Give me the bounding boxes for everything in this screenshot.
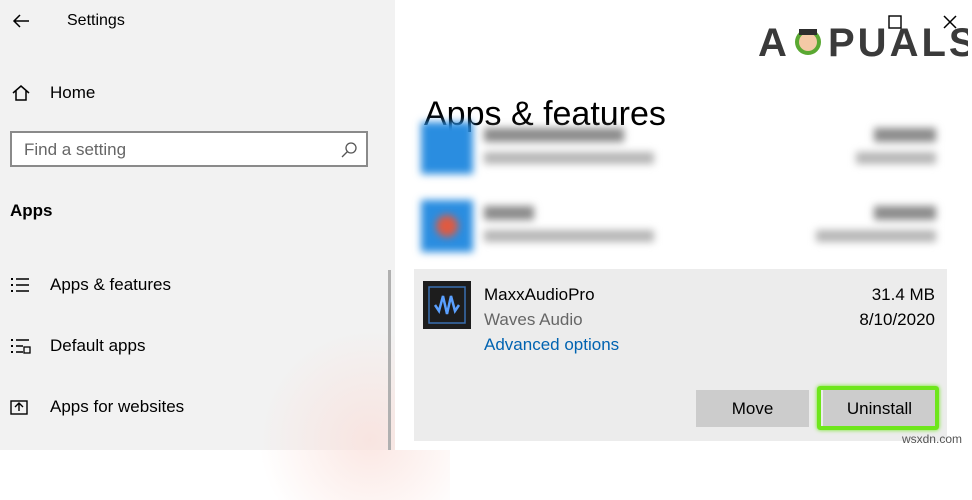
home-icon bbox=[12, 85, 30, 101]
sidebar-item-apps-for-websites[interactable]: Apps for websites bbox=[0, 388, 380, 428]
back-arrow-icon[interactable] bbox=[10, 10, 32, 32]
app-card-selected[interactable]: MaxxAudioPro Waves Audio Advanced option… bbox=[414, 269, 947, 441]
sidebar-scrollbar[interactable] bbox=[388, 270, 391, 450]
maxxaudio-app-icon bbox=[423, 281, 471, 329]
uninstall-button[interactable]: Uninstall bbox=[823, 390, 936, 427]
appuals-logo-mark: A PUALS bbox=[758, 21, 972, 65]
default-apps-icon bbox=[11, 339, 31, 354]
search-setting-box[interactable] bbox=[10, 131, 368, 167]
sidebar-item-apps-features[interactable]: Apps & features bbox=[0, 266, 380, 306]
sidebar-item-label: Apps for websites bbox=[50, 397, 185, 416]
section-heading-apps: Apps bbox=[10, 201, 53, 220]
app-publisher: Waves Audio bbox=[484, 310, 583, 329]
app-size: 31.4 MB bbox=[871, 285, 935, 304]
window-title: Settings bbox=[67, 12, 125, 29]
appuals-logo: A PUALS bbox=[758, 12, 972, 65]
move-button[interactable]: Move bbox=[696, 390, 809, 427]
advanced-options-link[interactable]: Advanced options bbox=[484, 335, 619, 355]
sidebar-item-default-apps[interactable]: Default apps bbox=[0, 327, 380, 367]
search-icon[interactable] bbox=[340, 141, 358, 159]
search-input[interactable] bbox=[24, 139, 324, 161]
home-link[interactable]: Home bbox=[50, 83, 95, 103]
svg-text:PUALS: PUALS bbox=[828, 21, 968, 65]
list-item[interactable] bbox=[418, 198, 948, 260]
open-external-icon bbox=[10, 400, 28, 415]
list-item[interactable] bbox=[418, 120, 948, 182]
watermark: wsxdn.com bbox=[901, 432, 962, 446]
sidebar-item-label: Default apps bbox=[50, 336, 146, 355]
svg-text:A: A bbox=[758, 21, 790, 65]
settings-sidebar: Settings Home Apps Apps & features Defau… bbox=[0, 0, 450, 500]
app-name: MaxxAudioPro bbox=[484, 285, 595, 304]
sidebar-item-label: Apps & features bbox=[50, 275, 171, 294]
list-icon bbox=[11, 278, 29, 292]
app-install-date: 8/10/2020 bbox=[859, 310, 935, 329]
